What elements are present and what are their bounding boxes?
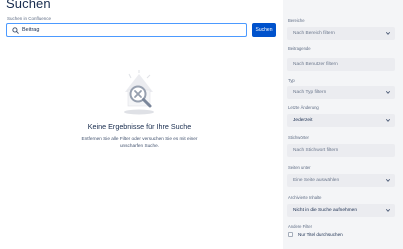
filter-archivierte-inhalte-select[interactable]: Nicht in die Suche aufnehmen	[287, 204, 395, 217]
chevron-down-icon	[385, 179, 391, 182]
filter-bereiche-select[interactable]: Nach Bereich filtern	[287, 27, 395, 40]
filter-label-beitragende: Beitragende	[288, 46, 311, 51]
empty-state-title: Keine Ergebnisse für Ihre Suche	[87, 122, 192, 131]
titles-only-checkbox[interactable]	[288, 232, 293, 237]
search-button[interactable]: Suchen	[252, 23, 276, 37]
filter-beitragende-input[interactable]: Nach Benutzer filtern	[287, 58, 395, 71]
filter-letzte-aenderung-select[interactable]: Jederzeit	[287, 114, 395, 127]
filter-label-seiten-unter: Seiten unter	[288, 165, 311, 170]
chevron-down-icon	[385, 119, 391, 122]
filter-seiten-unter-select[interactable]: Eine Seite auswählen	[287, 174, 395, 187]
search-icon	[11, 26, 19, 34]
filter-label-letzte-aenderung: Letzte Änderung	[288, 105, 319, 110]
filter-label-archivierte-inhalte: Archivierte Inhalte	[288, 195, 322, 200]
no-results-illustration	[117, 70, 161, 116]
page-title: Suchen	[6, 0, 51, 11]
empty-state-description: Entfernen Sie alle Filter oder versuchen…	[81, 136, 198, 148]
titles-only-option[interactable]: Nur Titel durchsuchen	[288, 232, 343, 237]
chevron-down-icon	[385, 91, 391, 94]
filter-label-andere-filter: Andere Filter	[288, 224, 312, 229]
search-field[interactable]	[6, 23, 247, 37]
filter-typ-select[interactable]: Nach Typ filtern	[287, 86, 395, 99]
filter-label-stichwoerter: Stichwörter	[288, 135, 309, 140]
titles-only-label: Nur Titel durchsuchen	[298, 232, 343, 237]
filter-stichwoerter-input[interactable]: Nach Stichwort filtern	[287, 144, 395, 157]
chevron-down-icon	[385, 32, 391, 35]
search-label: Suchen in Confluence	[7, 16, 52, 21]
search-input[interactable]	[22, 25, 222, 35]
filter-label-bereiche: Bereiche	[288, 18, 305, 23]
chevron-down-icon	[385, 209, 391, 212]
filter-label-typ: Typ	[288, 78, 295, 83]
